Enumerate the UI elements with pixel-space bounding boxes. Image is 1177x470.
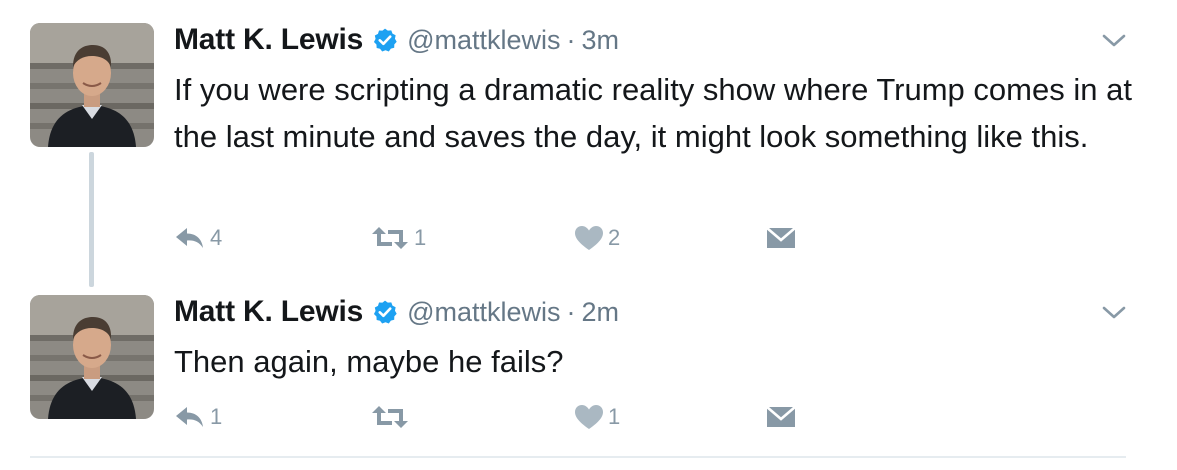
like-button[interactable]: 2 bbox=[574, 223, 620, 253]
retweet-icon bbox=[370, 225, 410, 251]
chevron-down-icon[interactable] bbox=[1101, 304, 1127, 322]
avatar[interactable] bbox=[30, 23, 154, 147]
reply-button[interactable]: 4 bbox=[174, 223, 222, 253]
heart-icon bbox=[574, 404, 604, 430]
reply-icon bbox=[174, 404, 206, 430]
heart-icon bbox=[574, 225, 604, 251]
retweet-button[interactable]: 1 bbox=[370, 223, 426, 253]
reply-icon bbox=[174, 225, 206, 251]
tweet-header: Matt K. Lewis @mattklewis · 3m bbox=[174, 21, 619, 59]
verified-badge-icon bbox=[372, 299, 398, 325]
reply-count: 1 bbox=[210, 404, 223, 429]
chevron-down-icon[interactable] bbox=[1101, 32, 1127, 50]
like-count: 2 bbox=[608, 225, 621, 250]
direct-message-button[interactable] bbox=[766, 223, 796, 253]
separator-dot: · bbox=[566, 24, 576, 55]
envelope-icon bbox=[766, 405, 796, 429]
separator-dot: · bbox=[566, 296, 576, 327]
author-name[interactable]: Matt K. Lewis bbox=[174, 23, 363, 57]
direct-message-button[interactable] bbox=[766, 402, 796, 432]
verified-badge-icon bbox=[372, 27, 398, 53]
avatar[interactable] bbox=[30, 295, 154, 419]
tweet[interactable]: Matt K. Lewis @mattklewis · 3m If you we… bbox=[0, 18, 1177, 278]
author-handle[interactable]: @mattklewis bbox=[407, 25, 560, 56]
author-handle[interactable]: @mattklewis bbox=[407, 297, 560, 328]
tweet-text: If you were scripting a dramatic reality… bbox=[174, 72, 1132, 154]
timestamp[interactable]: 3m bbox=[582, 25, 620, 56]
tweet-text: Then again, maybe he fails? bbox=[174, 344, 564, 379]
reply-button[interactable]: 1 bbox=[174, 402, 222, 432]
retweet-button[interactable] bbox=[370, 402, 414, 432]
tweet[interactable]: Matt K. Lewis @mattklewis · 2m Then agai… bbox=[0, 290, 1177, 440]
tweet-header: Matt K. Lewis @mattklewis · 2m bbox=[174, 293, 619, 331]
timestamp[interactable]: 2m bbox=[582, 297, 620, 328]
author-name[interactable]: Matt K. Lewis bbox=[174, 295, 363, 329]
like-button[interactable]: 1 bbox=[574, 402, 620, 432]
envelope-icon bbox=[766, 226, 796, 250]
retweet-icon bbox=[370, 404, 410, 430]
divider bbox=[30, 456, 1126, 458]
retweet-count: 1 bbox=[414, 225, 427, 250]
like-count: 1 bbox=[608, 404, 621, 429]
reply-count: 4 bbox=[210, 225, 223, 250]
